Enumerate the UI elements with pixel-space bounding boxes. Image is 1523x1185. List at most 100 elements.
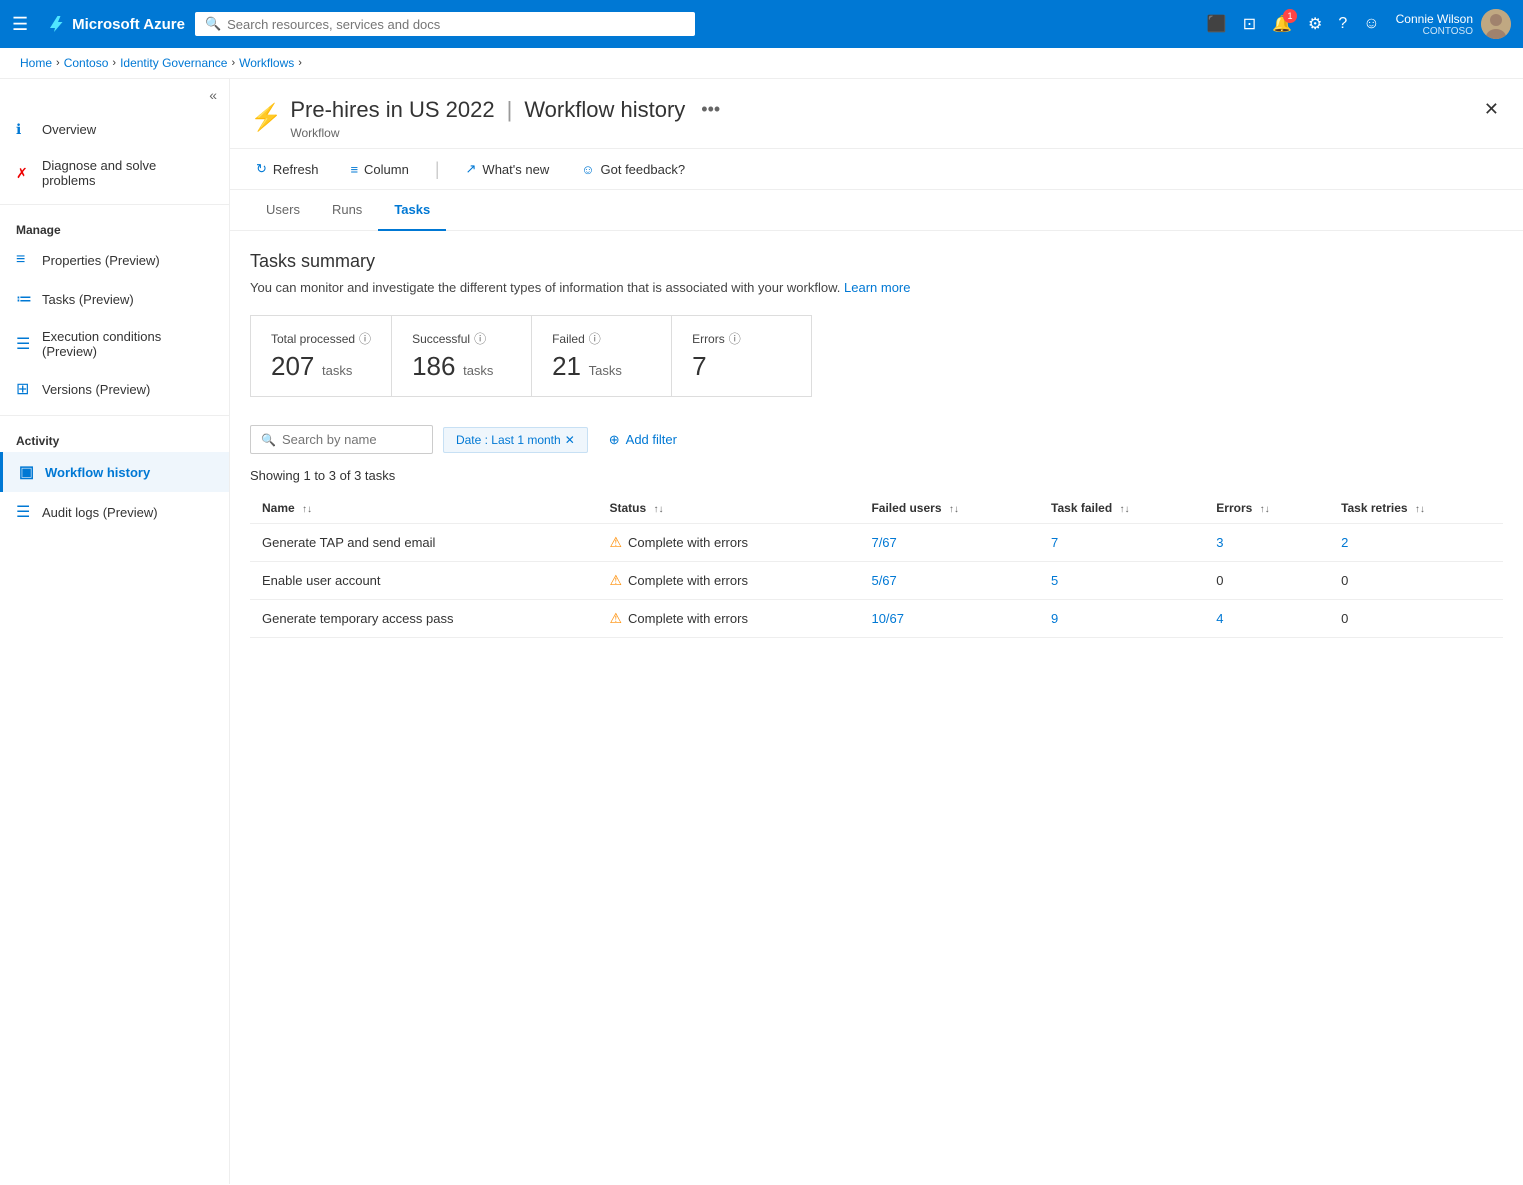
feedback-icon[interactable]: ☺ (1363, 15, 1379, 33)
tasks-table: Name ↑↓ Status ↑↓ Failed users ↑↓ Task (250, 493, 1503, 638)
sidebar-item-diagnose[interactable]: ✗ Diagnose and solve problems (0, 148, 229, 198)
search-input-container[interactable]: 🔍 (250, 425, 433, 454)
tab-bar: Users Runs Tasks (230, 190, 1523, 231)
sidebar-item-audit-logs[interactable]: ☰ Audit logs (Preview) (0, 492, 229, 532)
avatar[interactable] (1481, 9, 1511, 39)
stat-total-processed: Total processed ⓘ 207 tasks (250, 315, 392, 397)
section-title: Tasks summary (250, 251, 1503, 272)
refresh-button[interactable]: ↻ Refresh (250, 157, 324, 181)
failed-users-link-2[interactable]: 10/67 (871, 611, 904, 626)
showing-label: Showing 1 to 3 of 3 tasks (250, 468, 1503, 483)
user-info[interactable]: Connie Wilson CONTOSO (1396, 9, 1511, 39)
stat-errors-value: 7 (692, 351, 791, 382)
properties-icon: ≡ (16, 251, 32, 269)
errors-link-2[interactable]: 4 (1216, 611, 1223, 626)
task-retries-value-2: 0 (1341, 611, 1348, 626)
stat-failed-value: 21 Tasks (552, 351, 651, 382)
tab-users[interactable]: Users (250, 190, 316, 231)
versions-icon: ⊞ (16, 379, 32, 399)
col-status[interactable]: Status ↑↓ (597, 493, 859, 524)
errors-info-icon[interactable]: ⓘ (729, 330, 741, 347)
sidebar-label-versions: Versions (Preview) (42, 382, 150, 397)
sidebar: « ℹ Overview ✗ Diagnose and solve proble… (0, 79, 230, 1184)
col-task-failed[interactable]: Task failed ↑↓ (1039, 493, 1204, 524)
sidebar-item-tasks[interactable]: ≔ Tasks (Preview) (0, 279, 229, 319)
task-failed-link-1[interactable]: 5 (1051, 573, 1058, 588)
toolbar-separator: | (435, 159, 440, 180)
sidebar-label-execution: Execution conditions (Preview) (42, 329, 213, 359)
stat-successful-value: 186 tasks (412, 351, 511, 382)
add-filter-button[interactable]: ⊕ Add filter (598, 426, 688, 454)
activity-section-title: Activity (0, 422, 229, 452)
whats-new-button[interactable]: ↗ What's new (460, 157, 556, 181)
errors-link-0[interactable]: 3 (1216, 535, 1223, 550)
cell-status-0: ⚠ Complete with errors (597, 524, 859, 562)
whats-new-label: What's new (482, 162, 549, 177)
task-retries-link-0[interactable]: 2 (1341, 535, 1348, 550)
settings-icon[interactable]: ⚙ (1308, 14, 1322, 34)
breadcrumb-workflows[interactable]: Workflows (239, 56, 294, 70)
col-errors[interactable]: Errors ↑↓ (1204, 493, 1329, 524)
collapse-btn[interactable]: « (209, 87, 217, 103)
name-search-input[interactable] (282, 432, 422, 447)
tab-runs[interactable]: Runs (316, 190, 378, 231)
cell-failed-users-1: 5/67 (859, 562, 1039, 600)
successful-info-icon[interactable]: ⓘ (474, 330, 486, 347)
add-filter-label: Add filter (626, 432, 677, 447)
notification-badge: 1 (1283, 9, 1297, 23)
failed-users-link-1[interactable]: 5/67 (871, 573, 896, 588)
failed-info-icon[interactable]: ⓘ (589, 330, 601, 347)
task-failed-link-0[interactable]: 7 (1051, 535, 1058, 550)
date-filter-close[interactable]: ✕ (565, 433, 575, 447)
execution-icon: ☰ (16, 334, 32, 354)
chevron-icon-4: › (298, 57, 302, 69)
more-button[interactable]: ••• (697, 95, 724, 124)
global-search[interactable]: 🔍 (195, 12, 695, 36)
search-icon: 🔍 (205, 16, 221, 32)
date-filter-badge[interactable]: Date : Last 1 month ✕ (443, 427, 588, 453)
table-header-row: Name ↑↓ Status ↑↓ Failed users ↑↓ Task (250, 493, 1503, 524)
search-input[interactable] (227, 17, 685, 32)
filter-row: 🔍 Date : Last 1 month ✕ ⊕ Add filter (250, 425, 1503, 454)
notifications-icon[interactable]: 🔔 1 (1272, 14, 1292, 34)
failed-users-link-0[interactable]: 7/67 (871, 535, 896, 550)
cell-task-failed-1: 5 (1039, 562, 1204, 600)
breadcrumb: Home › Contoso › Identity Governance › W… (0, 48, 1523, 79)
help-icon[interactable]: ? (1338, 15, 1347, 33)
column-icon: ≡ (350, 162, 358, 177)
col-task-retries[interactable]: Task retries ↑↓ (1329, 493, 1503, 524)
learn-more-link[interactable]: Learn more (844, 280, 910, 295)
chevron-icon: › (56, 57, 60, 69)
total-info-icon[interactable]: ⓘ (359, 330, 371, 347)
close-button[interactable]: ✕ (1480, 95, 1503, 124)
col-name[interactable]: Name ↑↓ (250, 493, 597, 524)
feedback-button[interactable]: ☺ Got feedback? (575, 158, 691, 181)
col-failed-users[interactable]: Failed users ↑↓ (859, 493, 1039, 524)
sidebar-item-versions[interactable]: ⊞ Versions (Preview) (0, 369, 229, 409)
breadcrumb-identity-governance[interactable]: Identity Governance (120, 56, 227, 70)
stat-total-label: Total processed ⓘ (271, 330, 371, 347)
breadcrumb-home[interactable]: Home (20, 56, 52, 70)
hamburger-icon[interactable]: ☰ (12, 14, 28, 35)
column-button[interactable]: ≡ Column (344, 158, 414, 181)
cloud-shell-icon[interactable]: ⬛ (1207, 14, 1227, 34)
sidebar-item-workflow-history[interactable]: ▣ Workflow history (0, 452, 229, 492)
tab-tasks[interactable]: Tasks (378, 190, 446, 231)
sidebar-item-overview[interactable]: ℹ Overview (0, 111, 229, 148)
user-name: Connie Wilson (1396, 12, 1473, 26)
breadcrumb-contoso[interactable]: Contoso (64, 56, 109, 70)
task-failed-link-2[interactable]: 9 (1051, 611, 1058, 626)
toolbar: ↻ Refresh ≡ Column | ↗ What's new ☺ Got … (230, 149, 1523, 190)
chevron-icon-3: › (231, 57, 235, 69)
sort-icon-errors: ↑↓ (1260, 504, 1270, 515)
header-separator: | (507, 97, 513, 123)
add-filter-icon: ⊕ (609, 432, 620, 448)
sidebar-item-properties[interactable]: ≡ Properties (Preview) (0, 241, 229, 279)
main-layout: « ℹ Overview ✗ Diagnose and solve proble… (0, 79, 1523, 1184)
sidebar-item-execution[interactable]: ☰ Execution conditions (Preview) (0, 319, 229, 369)
portal-menu-icon[interactable]: ⊡ (1243, 14, 1256, 34)
stat-total-value: 207 tasks (271, 351, 371, 382)
sidebar-label-workflow-history: Workflow history (45, 465, 150, 480)
chevron-icon-2: › (112, 57, 116, 69)
top-nav: ☰ Microsoft Azure 🔍 ⬛ ⊡ 🔔 1 ⚙ ? ☺ Connie… (0, 0, 1523, 48)
